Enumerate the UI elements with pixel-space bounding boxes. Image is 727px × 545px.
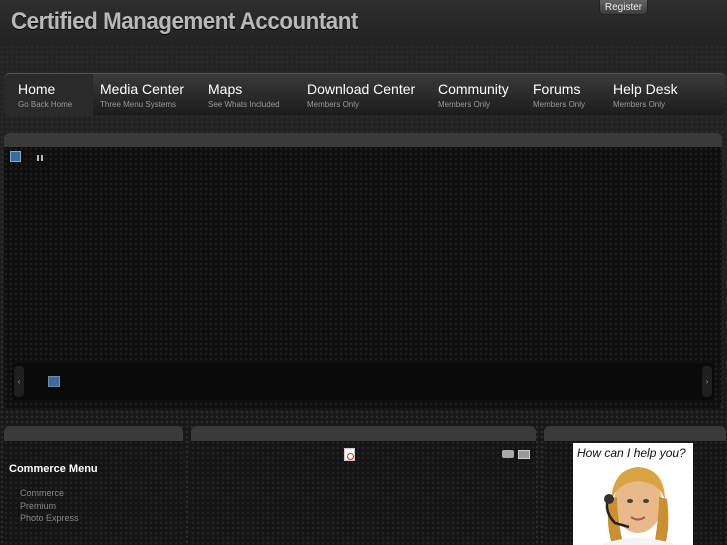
premium-link[interactable]: Premium (20, 501, 56, 511)
nav-subtitle: Members Only (438, 100, 491, 109)
photo-express-link[interactable]: Photo Express (20, 513, 79, 523)
slider-prev-button[interactable]: ‹ (14, 366, 24, 397)
nav-item-forums[interactable]: Forums Members Only (533, 74, 585, 116)
nav-title: Download Center (307, 81, 416, 97)
nav-title: Media Center (100, 81, 185, 97)
main-nav: Home Go Back Home Media Center Three Men… (4, 73, 726, 116)
nav-item-home[interactable]: Home Go Back Home (4, 74, 93, 116)
thumbnail-bar (12, 363, 714, 400)
nav-subtitle: Members Only (613, 100, 666, 109)
nav-subtitle: Go Back Home (18, 100, 73, 109)
thumbnail-image-icon[interactable] (48, 376, 60, 387)
pdf-icon[interactable] (344, 448, 355, 461)
print-icon[interactable] (502, 450, 514, 458)
nav-title: Home (18, 81, 56, 97)
email-icon[interactable] (518, 450, 530, 459)
nav-title: Help Desk (613, 81, 678, 97)
nav-item-download-center[interactable]: Download Center Members Only (307, 74, 415, 116)
commerce-menu-title: Commerce Menu (9, 463, 98, 475)
nav-item-media-center[interactable]: Media Center Three Menu Systems (100, 74, 184, 116)
site-title[interactable]: Certified Management Accountant (11, 8, 358, 36)
nav-item-maps[interactable]: Maps See Whats Included (208, 74, 280, 116)
nav-title: Forums (533, 81, 581, 97)
commerce-link[interactable]: Commerce (20, 488, 64, 498)
register-button[interactable]: Register (599, 0, 648, 15)
nav-item-help-desk[interactable]: Help Desk Members Only (613, 74, 678, 116)
pause-icon[interactable] (37, 155, 43, 161)
slider-next-button[interactable]: › (702, 366, 712, 397)
nav-title: Maps (208, 81, 243, 97)
nav-title: Community (438, 81, 509, 97)
content-panel (191, 426, 536, 545)
support-agent-image (602, 467, 674, 545)
help-banner[interactable]: How can I help you? (573, 443, 693, 545)
broken-image-icon (10, 151, 21, 162)
nav-subtitle: Members Only (533, 100, 586, 109)
nav-subtitle: See Whats Included (208, 100, 280, 109)
nav-subtitle: Three Menu Systems (100, 100, 177, 109)
nav-subtitle: Members Only (307, 100, 360, 109)
nav-item-community[interactable]: Community Members Only (438, 74, 509, 116)
help-text: How can I help you? (577, 446, 686, 460)
commerce-panel (4, 426, 183, 545)
